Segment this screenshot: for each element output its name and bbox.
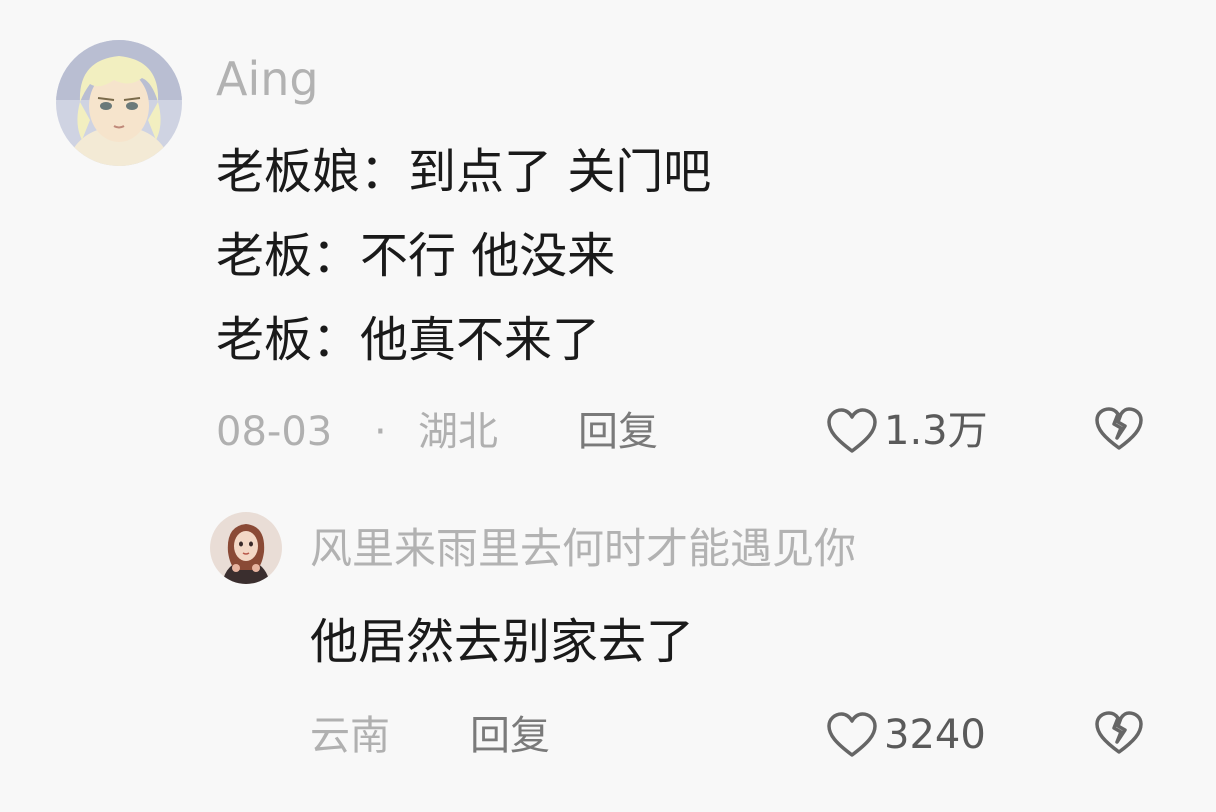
heart-icon (826, 711, 878, 759)
broken-heart-icon[interactable] (1094, 710, 1144, 756)
meta-separator: · (374, 409, 387, 455)
anime-avatar-blonde-icon[interactable] (56, 40, 182, 166)
like-count: 1.3万 (884, 408, 988, 454)
comment-username[interactable]: 风里来雨里去何时才能遇见你 (310, 528, 856, 570)
comment-text-line: 他居然去别家去了 (310, 614, 695, 670)
comment-text-line: 老板：不行 他没来 (216, 228, 616, 284)
like-button[interactable]: 3240 (826, 708, 986, 762)
like-button[interactable]: 1.3万 (826, 404, 988, 458)
comment-thread: Aing 老板娘：到点了 关门吧 老板：不行 他没来 老板：他真不来了 08-0… (0, 0, 1216, 812)
comment-text-line: 老板：他真不来了 (216, 312, 601, 368)
like-count: 3240 (884, 712, 986, 758)
heart-icon (826, 407, 878, 455)
reply-button[interactable]: 回复 (578, 412, 658, 452)
comment-location: 湖北 (418, 409, 498, 455)
illustrated-avatar-woman-icon[interactable] (210, 512, 282, 584)
comment-date: 08-03 (216, 409, 333, 455)
comment-username[interactable]: Aing (216, 56, 319, 102)
broken-heart-icon[interactable] (1094, 406, 1144, 452)
comment-location: 云南 (310, 713, 390, 759)
comment-text-line: 老板娘：到点了 关门吧 (216, 144, 712, 200)
reply-button[interactable]: 回复 (470, 716, 550, 756)
